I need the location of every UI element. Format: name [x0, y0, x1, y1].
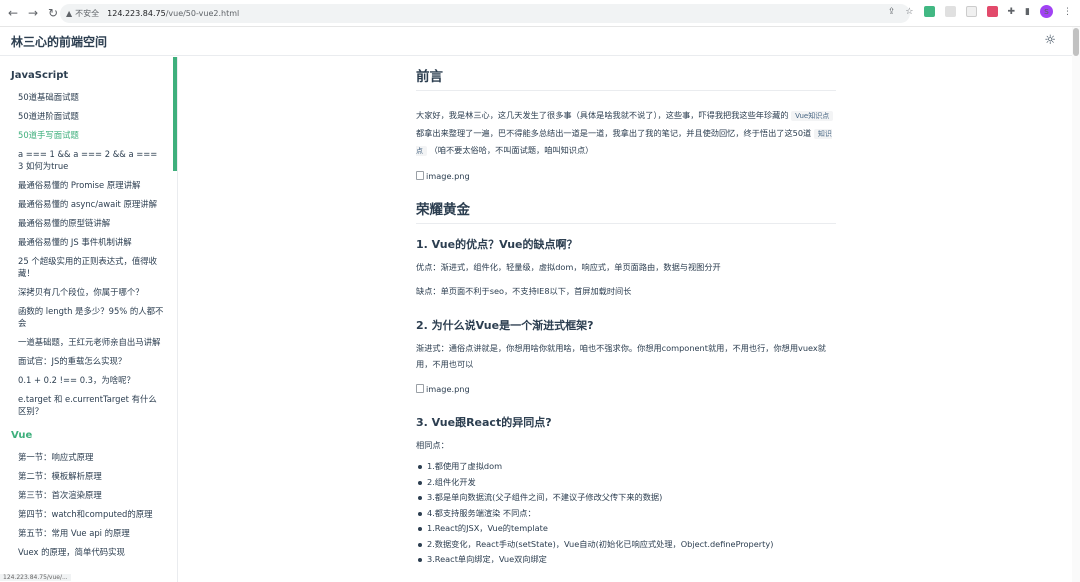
sidebar-scroll-indicator[interactable]	[173, 57, 177, 171]
broken-image: image.png	[416, 381, 836, 397]
back-icon[interactable]: ←	[4, 4, 22, 22]
bookmark-star-icon[interactable]: ☆	[905, 7, 913, 17]
menu-icon[interactable]: ⋮	[1063, 7, 1072, 17]
status-bar: 124.223.84.75/vue/...	[0, 574, 71, 581]
heading-q2: 2. 为什么说Vue是一个渐进式框架?	[416, 318, 594, 332]
sidebar-item[interactable]: 最通俗易懂的 async/await 原理讲解	[0, 194, 177, 213]
sidebar-item[interactable]: 函数的 length 是多少？95% 的人都不会	[0, 301, 177, 332]
insecure-label: 不安全	[75, 9, 100, 18]
warning-icon[interactable]: ▲	[66, 9, 72, 18]
puzzle-icon[interactable]: ✚	[1008, 7, 1016, 17]
address-bar[interactable]: ▲ 不安全 124.223.84.75/vue/50-vue2.html	[60, 4, 910, 23]
image-alt-text: image.png	[426, 383, 470, 394]
sidebar-item[interactable]: 最通俗易懂的原型链讲解	[0, 213, 177, 232]
heading-section: 荣耀黄金	[416, 202, 836, 224]
preface-text: （咱不要太俗哈，不叫面试题，咱叫知识点）	[429, 145, 594, 155]
site-navbar: 林三心的前端空间 ☼	[0, 27, 1072, 56]
sidebar-item[interactable]: 第四节：watch和computed的原理	[0, 504, 177, 523]
sidebar-item[interactable]: 第二节：模板解析原理	[0, 466, 177, 485]
sidebar-item[interactable]: 0.1 + 0.2 !== 0.3，为啥呢？	[0, 370, 177, 389]
q3-list: 1.都使用了虚拟dom 2.组件化开发 3.都是单向数据流(父子组件之间，不建议…	[416, 459, 836, 568]
q1-pros: 优点：渐进式，组件化，轻量级，虚拟dom，响应式，单页面路由，数据与视图分开	[416, 261, 721, 272]
site-title[interactable]: 林三心的前端空间	[11, 33, 107, 50]
sidebar-item-active[interactable]: 50道手写面试题	[0, 125, 177, 144]
sidebar-item[interactable]: e.target 和 e.currentTarget 有什么区别？	[0, 389, 177, 420]
sidebar-item[interactable]: 一道基础题，王红元老师亲自出马讲解	[0, 332, 177, 351]
sidebar-item[interactable]: 50道进阶面试题	[0, 106, 177, 125]
q2-text: 渐进式：通俗点讲就是，你想用啥你就用啥，咱也不强求你。你想用component就…	[416, 342, 826, 370]
sidebar-item[interactable]: 50道基础面试题	[0, 87, 177, 106]
inline-code: Vue知识点	[791, 111, 834, 121]
sidebar-group-title[interactable]: JavaScript	[0, 70, 177, 81]
heading-q1: 1. Vue的优点？Vue的缺点啊？	[416, 237, 578, 251]
sidebar-item[interactable]: 25 个超级实用的正则表达式，值得收藏！	[0, 251, 177, 282]
sidebar-group-title[interactable]: Vue	[0, 430, 177, 441]
page-scrollbar[interactable]	[1072, 27, 1080, 582]
sun-icon[interactable]: ☼	[1044, 33, 1056, 48]
sidebar-item[interactable]: 最通俗易懂的 JS 事件机制讲解	[0, 232, 177, 251]
sidepanel-icon[interactable]: ▮	[1025, 7, 1030, 17]
preface-paragraph: 大家好，我是林三心，这几天发生了很多事（具体是啥我就不说了），这些事，吓得我把我…	[416, 107, 836, 160]
sidebar: JavaScript 50道基础面试题 50道进阶面试题 50道手写面试题 a …	[0, 57, 178, 582]
share-icon[interactable]: ⇪	[888, 7, 896, 17]
preface-text: 大家好，我是林三心，这几天发生了很多事（具体是啥我就不说了），这些事，吓得我把我…	[416, 110, 789, 120]
main-content: 前言 大家好，我是林三心，这几天发生了很多事（具体是啥我就不说了），这些事，吓得…	[416, 57, 836, 568]
sidebar-item[interactable]: 第五节：常用 Vue api 的原理	[0, 523, 177, 542]
list-item: 2.数据变化，React手动(setState)，Vue自动(初始化已响应式处理…	[416, 537, 836, 553]
q3-intro: 相同点：	[416, 439, 449, 450]
q1-cons: 缺点：单页面不利于seo，不支持IE8以下，首屏加载时间长	[416, 286, 632, 296]
broken-image-icon	[416, 171, 424, 180]
vue-devtools-extension-icon[interactable]	[923, 6, 935, 17]
sidebar-item[interactable]: 第三节：首次渲染原理	[0, 485, 177, 504]
list-item: 4.都支持服务端渲染 不同点：	[416, 506, 836, 522]
heading-preface: 前言	[416, 69, 836, 91]
broken-image-icon	[416, 384, 424, 393]
list-item: 2.组件化开发	[416, 475, 836, 491]
url-host: 124.223.84.75	[107, 9, 166, 18]
sidebar-item[interactable]: 最通俗易懂的 Promise 原理讲解	[0, 175, 177, 194]
extension-icon[interactable]	[965, 6, 977, 17]
browser-toolbar: ← → ↻ ▲ 不安全 124.223.84.75/vue/50-vue2.ht…	[0, 0, 1080, 27]
scrollbar-thumb[interactable]	[1073, 28, 1079, 56]
preface-text: 都拿出来整理了一遍，巴不得能多总结出一道是一道，我拿出了我的笔记，并且使劲回忆，…	[416, 127, 812, 138]
extension-icon[interactable]	[944, 6, 956, 17]
list-item: 3.都是单向数据流(父子组件之间，不建议子修改父传下来的数据)	[416, 490, 836, 506]
sidebar-item[interactable]: 第一节：响应式原理	[0, 447, 177, 466]
list-item: 1.都使用了虚拟dom	[416, 459, 836, 475]
list-item: 3.React单向绑定，Vue双向绑定	[416, 552, 836, 568]
url-path: /vue/50-vue2.html	[165, 9, 240, 18]
profile-avatar[interactable]: s	[1040, 5, 1053, 18]
sidebar-item[interactable]: 深拷贝有几个段位，你属于哪个？	[0, 282, 177, 301]
image-alt-text: image.png	[426, 170, 470, 181]
list-item: 1.React的JSX，Vue的template	[416, 521, 836, 537]
sidebar-item[interactable]: 面试官：JS的重载怎么实现？	[0, 351, 177, 370]
nav-buttons: ← → ↻	[4, 4, 62, 22]
sidebar-item[interactable]: a === 1 && a === 2 && a === 3 如何为true	[0, 144, 177, 175]
sidebar-item[interactable]: Vuex 的原理，简单代码实现	[0, 542, 177, 561]
extension-icon[interactable]	[986, 6, 998, 17]
broken-image: image.png	[416, 168, 836, 184]
toolbar-actions: ⇪ ☆ ✚ ▮ s ⋮	[888, 5, 1072, 18]
forward-icon[interactable]: →	[24, 4, 42, 22]
heading-q3: 3. Vue跟React的异同点?	[416, 415, 552, 429]
